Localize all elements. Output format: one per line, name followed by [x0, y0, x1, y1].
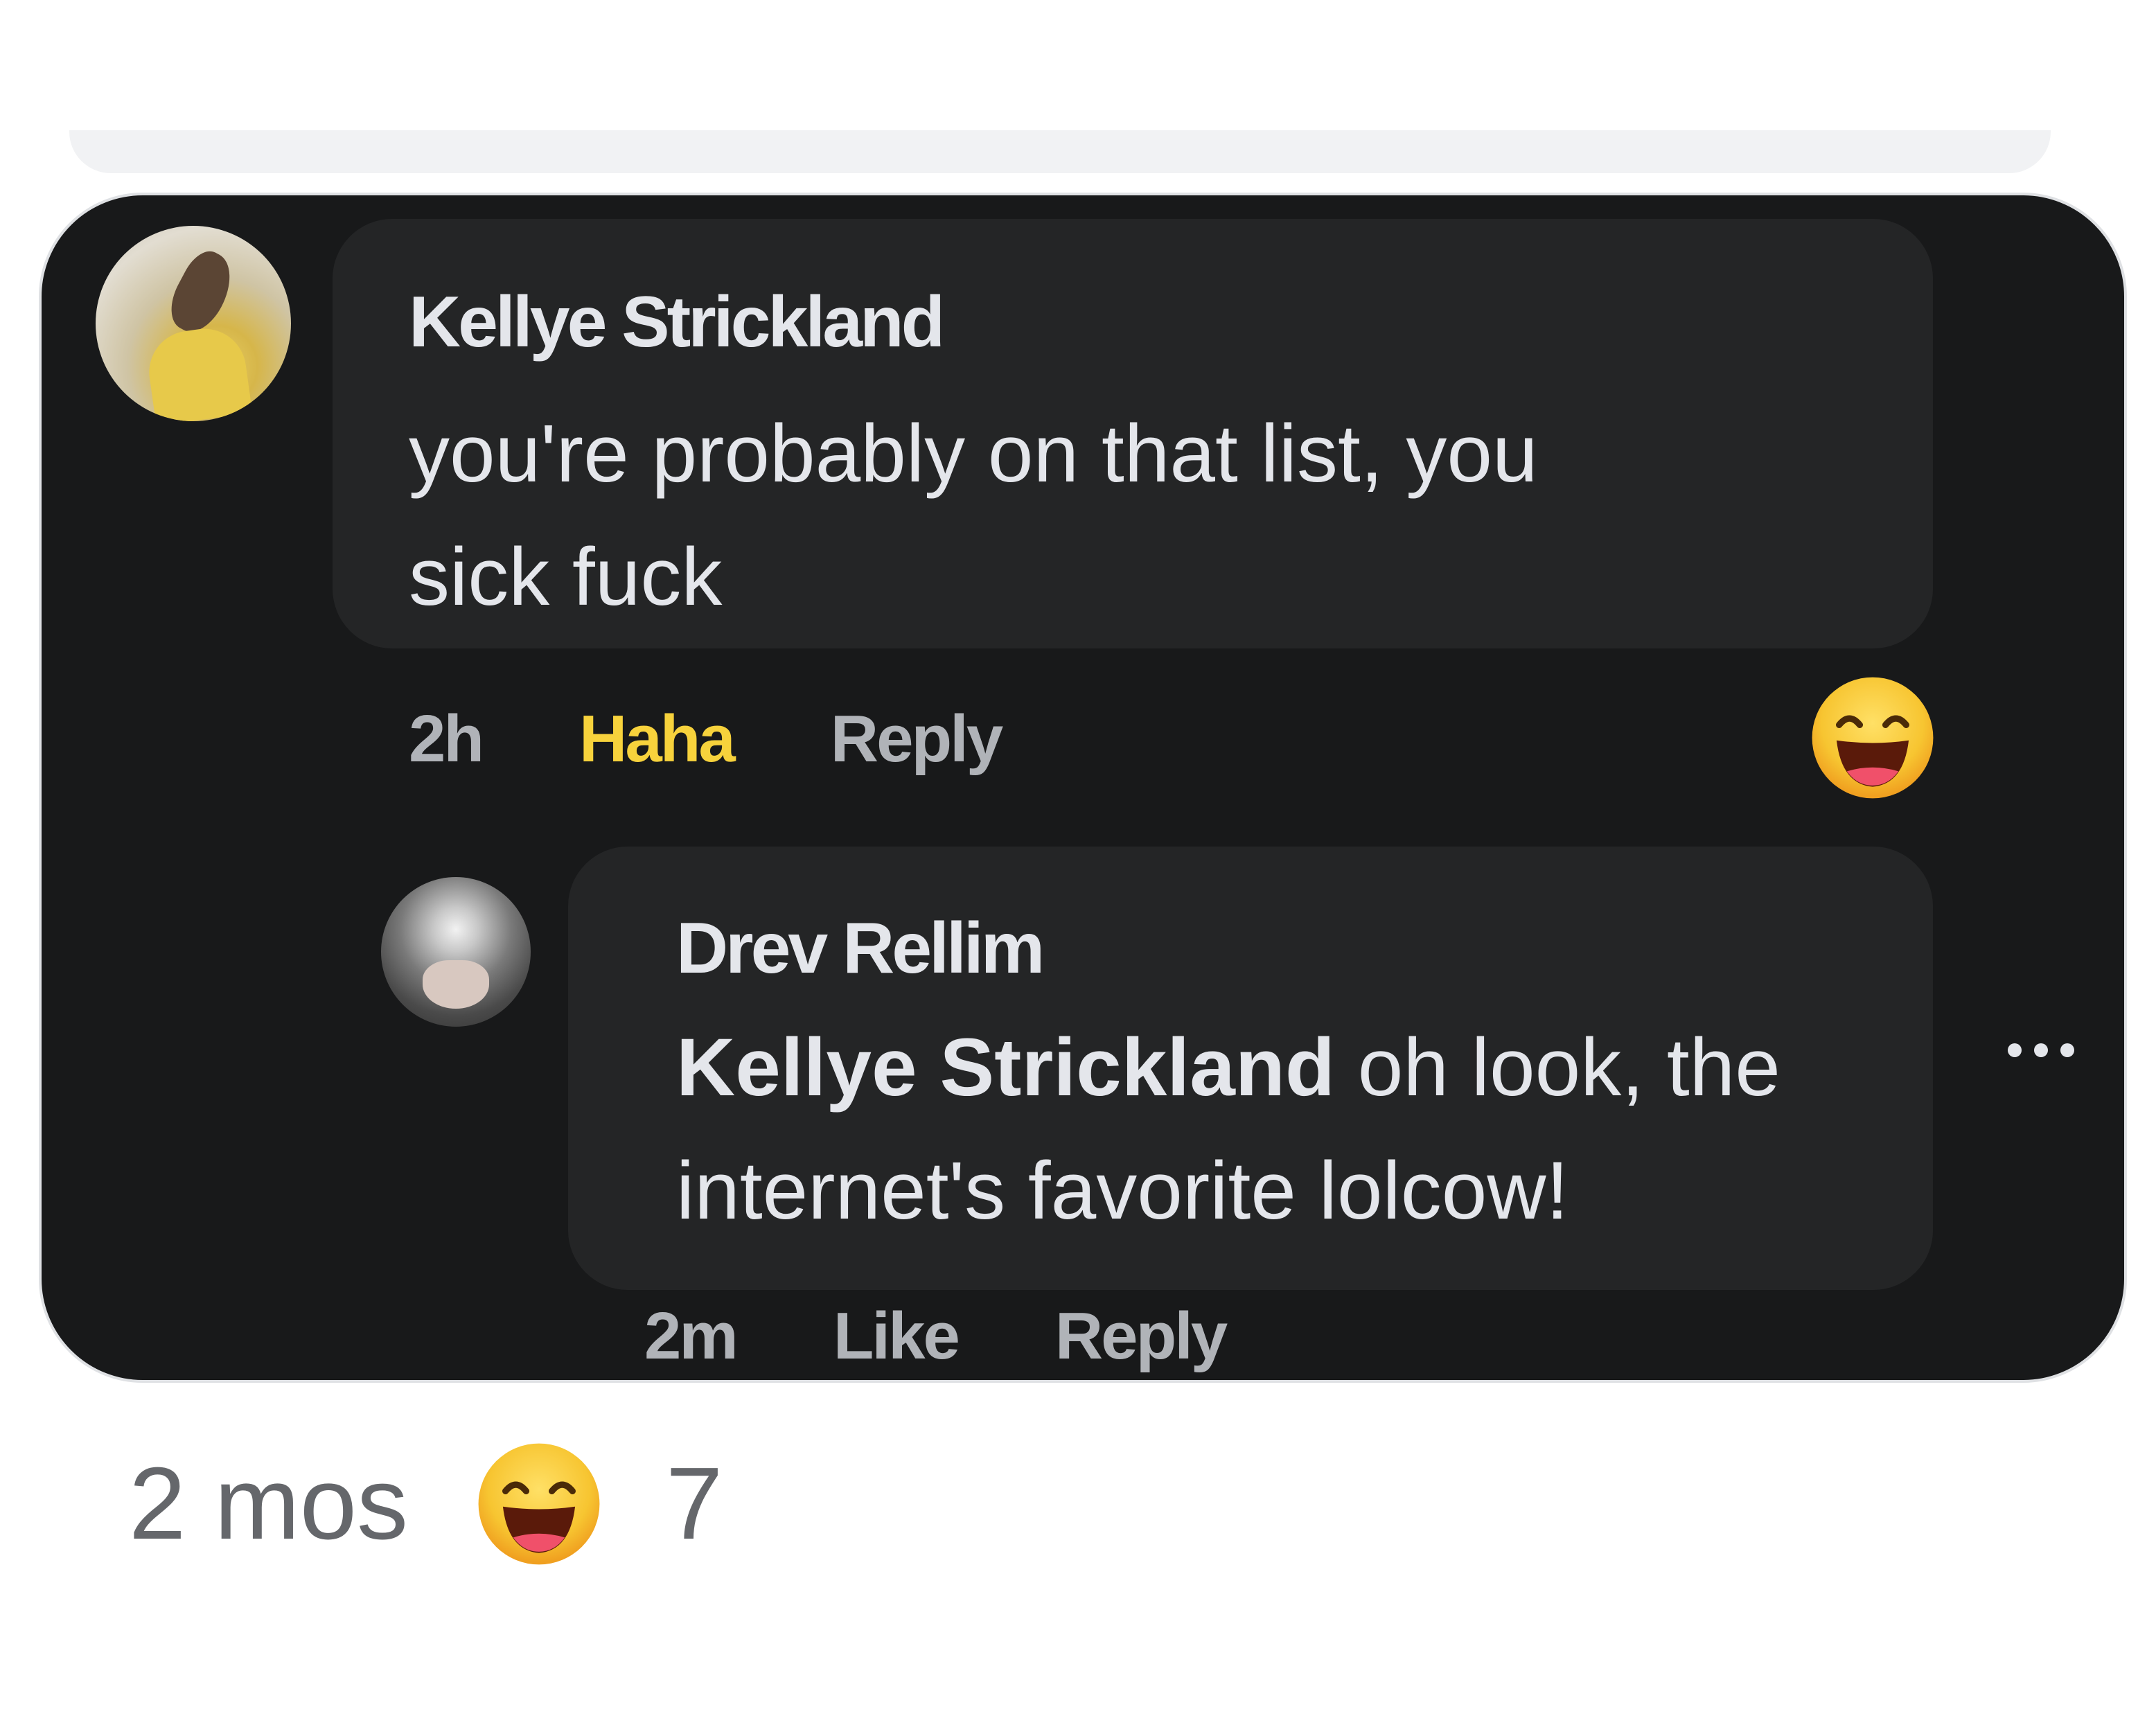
comment-bubble: Kellye Strickland you're probably on tha…: [333, 219, 1933, 648]
avatar-detail: [423, 960, 489, 1009]
avatar[interactable]: [381, 877, 531, 1027]
previous-card-edge: [69, 130, 2051, 173]
reply-actions: 2m Like Reply: [644, 1298, 1228, 1374]
comment-text: you're probably on that list, you sick f…: [409, 392, 1538, 639]
laughing-emoji-icon[interactable]: [1808, 673, 1937, 802]
dot: [2034, 1043, 2048, 1057]
reply-author[interactable]: Drev Rellim: [676, 908, 1045, 990]
reply-timestamp[interactable]: 2m: [644, 1298, 739, 1374]
laughing-emoji-icon[interactable]: [475, 1440, 603, 1568]
avatar[interactable]: [96, 226, 291, 421]
reply-text-line: internet's favorite lolcow!: [676, 1145, 1569, 1237]
comment-screenshot-card: Kellye Strickland you're probably on tha…: [39, 193, 2127, 1383]
comment-text-line: sick fuck: [409, 531, 723, 623]
avatar-detail: [160, 244, 243, 341]
comment-timestamp[interactable]: 2h: [409, 701, 484, 777]
post-timestamp[interactable]: 2 mos: [129, 1445, 408, 1563]
post-footer: 2 mos 7: [129, 1431, 723, 1577]
reply-text: Kellye Strickland oh look, the internet'…: [676, 1006, 1781, 1253]
dot: [2060, 1043, 2074, 1057]
comment-actions: 2h Haha Reply: [409, 701, 1003, 777]
comment-text-line: you're probably on that list, you: [409, 408, 1538, 499]
reply-text-fragment: oh look, the: [1334, 1022, 1781, 1113]
avatar-detail: [143, 323, 253, 421]
like-button[interactable]: Like: [833, 1298, 960, 1374]
reply-text-line: Kellye Strickland oh look, the: [676, 1006, 1781, 1129]
more-options-icon[interactable]: [2008, 1043, 2074, 1057]
mention-link[interactable]: Kellye Strickland: [676, 1022, 1335, 1113]
reply-bubble: Drev Rellim Kellye Strickland oh look, t…: [568, 847, 1933, 1290]
haha-reaction-button[interactable]: Haha: [579, 701, 736, 777]
comment-author[interactable]: Kellye Strickland: [409, 281, 945, 364]
dot: [2008, 1043, 2022, 1057]
reply-button[interactable]: Reply: [831, 701, 1003, 777]
reply-button[interactable]: Reply: [1055, 1298, 1228, 1374]
reaction-count[interactable]: 7: [666, 1445, 723, 1563]
